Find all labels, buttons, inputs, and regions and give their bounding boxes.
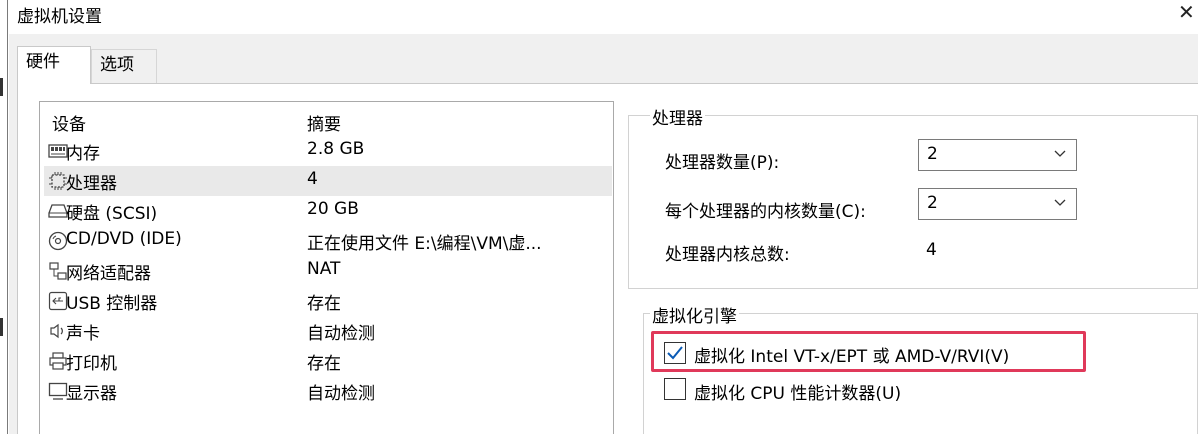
device-row-usb-controller[interactable]: USB 控制器 存在 <box>44 286 612 316</box>
device-summary: 自动检测 <box>307 384 375 404</box>
device-summary: 2.8 GB <box>307 139 365 159</box>
device-row-harddisk[interactable]: 硬盘 (SCSI) 20 GB <box>44 196 612 226</box>
cores-per-processor-label: 每个处理器的内核数量(C): <box>665 202 866 222</box>
tab-hardware[interactable]: 硬件 <box>17 46 91 84</box>
device-row-display[interactable]: 显示器 自动检测 <box>44 376 612 406</box>
device-name: CD/DVD (IDE) <box>66 229 182 249</box>
cores-per-processor-select[interactable]: 2 <box>918 188 1077 220</box>
sound-card-icon <box>48 321 68 341</box>
device-row-memory[interactable]: 内存 2.8 GB <box>44 136 612 166</box>
column-header-device[interactable]: 设备 <box>52 110 86 135</box>
title-bar: 虚拟机设置 ✕ <box>0 0 1198 34</box>
device-summary: NAT <box>307 259 341 279</box>
device-row-printer[interactable]: 打印机 存在 <box>44 346 612 376</box>
device-name: 硬盘 (SCSI) <box>66 204 158 224</box>
device-row-sound-card[interactable]: 声卡 自动检测 <box>44 316 612 346</box>
device-row-network-adapter[interactable]: 网络适配器 NAT <box>44 256 612 286</box>
network-adapter-icon <box>48 261 68 281</box>
processor-count-select[interactable]: 2 <box>918 139 1077 171</box>
checkmark-icon <box>667 346 683 360</box>
device-summary: 存在 <box>307 354 341 374</box>
device-list[interactable]: 设备 摘要 内存 2.8 GB 处理器 4 硬盘 (SCSI) 20 GB CD… <box>39 101 614 434</box>
device-name: 内存 <box>66 144 100 164</box>
device-name: USB 控制器 <box>66 294 158 314</box>
device-summary: 自动检测 <box>307 324 375 344</box>
close-button[interactable]: ✕ <box>1178 0 1198 28</box>
edge-marker <box>0 318 3 336</box>
usb-controller-icon <box>48 291 68 311</box>
device-name: 打印机 <box>66 354 117 374</box>
total-cores-value: 4 <box>926 240 937 260</box>
tab-options[interactable]: 选项 <box>91 49 157 83</box>
device-summary: 正在使用文件 E:\编程\VM\虚... <box>307 234 542 254</box>
cd-dvd-icon <box>48 231 68 251</box>
harddisk-icon <box>48 201 68 221</box>
cpu-counter-checkbox[interactable] <box>664 378 686 400</box>
device-summary: 存在 <box>307 294 341 314</box>
edge-marker <box>0 78 3 96</box>
device-name: 显示器 <box>66 384 117 404</box>
window-left-edge <box>0 0 8 434</box>
processor-count-label: 处理器数量(P): <box>665 153 780 173</box>
device-row-cd-dvd[interactable]: CD/DVD (IDE) 正在使用文件 E:\编程\VM\虚... <box>44 226 612 256</box>
device-summary: 4 <box>307 169 318 189</box>
total-cores-label: 处理器内核总数: <box>665 245 790 265</box>
device-row-processor[interactable]: 处理器 4 <box>44 166 612 196</box>
cores-per-processor-value: 2 <box>927 193 938 213</box>
cpu-counter-label[interactable]: 虚拟化 CPU 性能计数器(U) <box>694 379 901 404</box>
printer-icon <box>48 351 68 371</box>
processor-icon <box>48 171 68 191</box>
vtx-checkbox[interactable] <box>664 342 686 364</box>
memory-icon <box>48 141 68 161</box>
chevron-down-icon <box>1052 145 1068 161</box>
device-name: 声卡 <box>66 324 100 344</box>
virtualization-engine-group-title: 虚拟化引擎 <box>650 302 739 327</box>
display-icon <box>48 381 68 401</box>
processor-count-value: 2 <box>927 144 938 164</box>
device-name: 网络适配器 <box>66 264 151 284</box>
vtx-label[interactable]: 虚拟化 Intel VT-x/EPT 或 AMD-V/RVI(V) <box>694 342 1009 367</box>
window-title: 虚拟机设置 <box>17 7 102 27</box>
column-header-summary[interactable]: 摘要 <box>307 110 341 135</box>
chevron-down-icon <box>1052 194 1068 210</box>
device-name: 处理器 <box>66 174 117 194</box>
processor-group-title: 处理器 <box>650 104 705 129</box>
device-summary: 20 GB <box>307 199 359 219</box>
